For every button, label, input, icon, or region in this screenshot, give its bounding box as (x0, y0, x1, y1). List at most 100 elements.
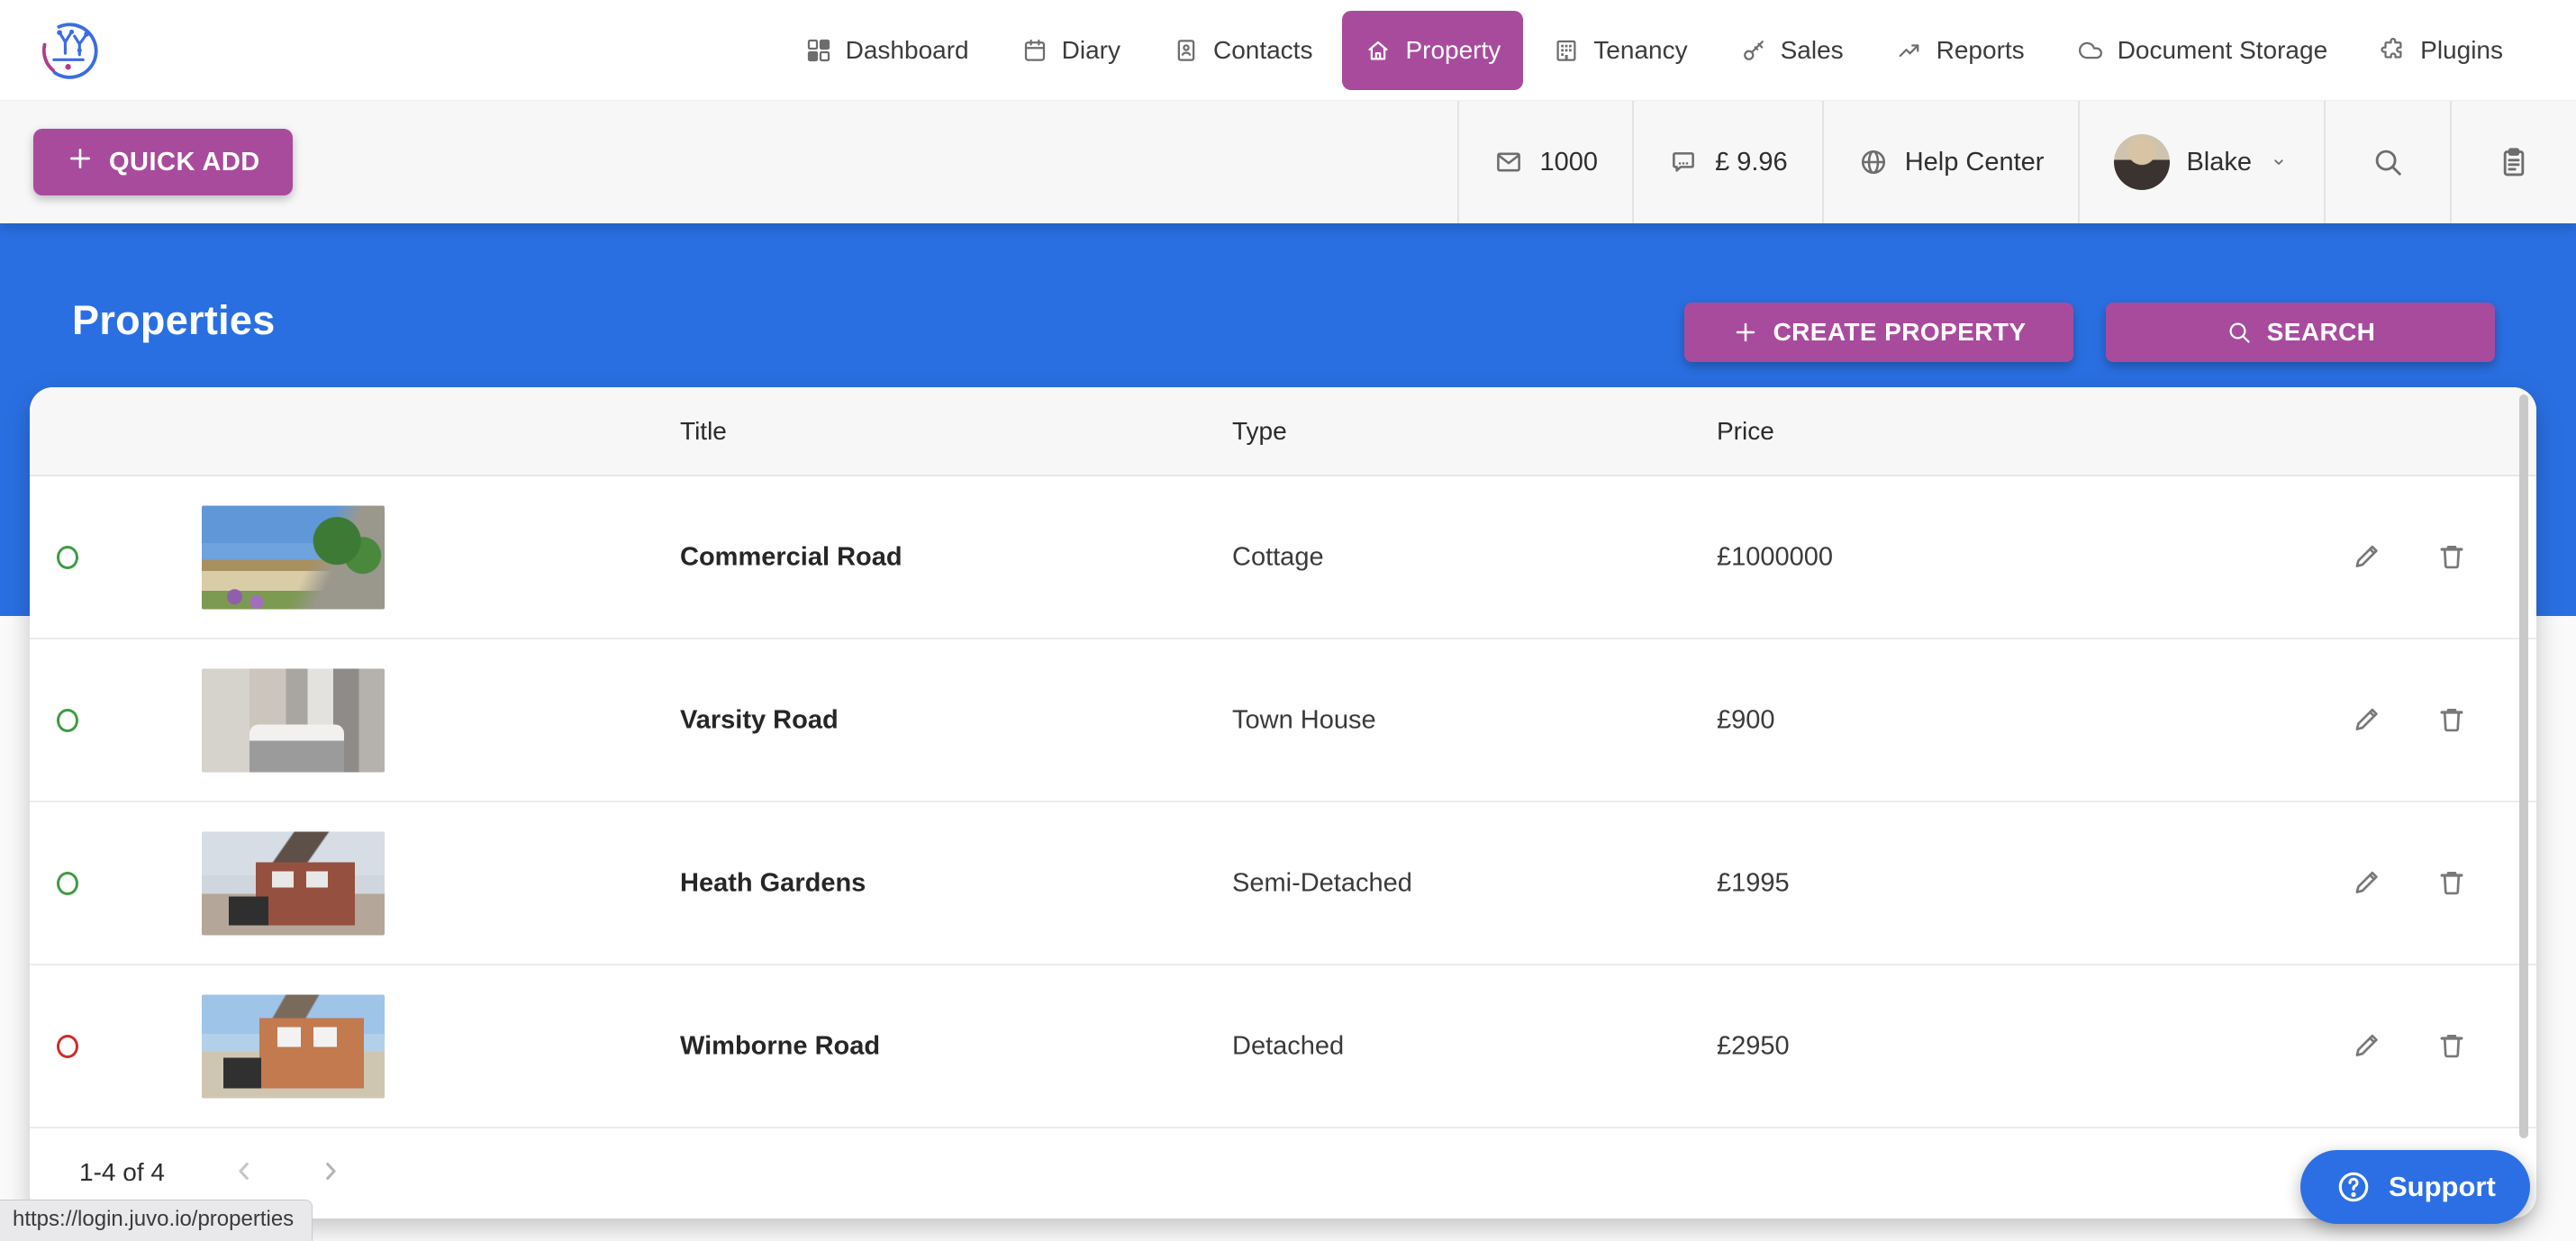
nav-items: Dashboard Diary Contacts Property Tenanc… (783, 11, 2526, 90)
row-actions (2351, 539, 2468, 575)
property-type: Town House (1232, 705, 1376, 735)
property-type: Cottage (1232, 542, 1324, 572)
property-title: Commercial Road (680, 542, 903, 572)
global-search-button[interactable] (2324, 101, 2450, 223)
help-circle-icon (2335, 1168, 2372, 1206)
nav-item-diary[interactable]: Diary (999, 11, 1143, 90)
nav-item-tenancy[interactable]: Tenancy (1530, 11, 1710, 90)
search-button[interactable]: SEARCH (2106, 303, 2495, 362)
page-title: Properties (72, 297, 276, 344)
create-property-button[interactable]: CREATE PROPERTY (1684, 303, 2073, 362)
delete-button[interactable] (2435, 865, 2468, 901)
property-icon (1365, 37, 1392, 64)
quick-add-button[interactable]: QUICK ADD (33, 129, 293, 195)
chat-bubble-icon (1668, 147, 1699, 177)
property-price: £2950 (1717, 1031, 1790, 1061)
trash-icon (2435, 1028, 2468, 1064)
diary-icon (1021, 37, 1048, 64)
chevron-right-icon (314, 1156, 345, 1190)
pencil-icon (2351, 865, 2383, 901)
pencil-icon (2351, 702, 2383, 738)
pagination-previous-button[interactable] (230, 1156, 260, 1190)
user-menu[interactable]: Blake (2078, 101, 2324, 223)
trash-icon (2435, 702, 2468, 738)
contacts-icon (1173, 37, 1200, 64)
edit-button[interactable] (2351, 539, 2383, 575)
top-navigation: Dashboard Diary Contacts Property Tenanc… (0, 0, 2576, 101)
search-icon (2371, 145, 2405, 179)
table-footer: 1-4 of 4 (30, 1128, 2536, 1217)
status-indicator (57, 872, 78, 895)
table-row[interactable]: Wimborne Road Detached £2950 (30, 965, 2536, 1128)
user-name: Blake (2186, 148, 2252, 177)
property-price: £900 (1717, 705, 1775, 735)
help-center-button[interactable]: Help Center (1822, 101, 2079, 223)
plus-icon (1732, 319, 1759, 346)
property-type: Semi-Detached (1232, 868, 1412, 898)
property-thumbnail (202, 505, 385, 609)
row-actions (2351, 1028, 2468, 1064)
nav-item-property[interactable]: Property (1342, 11, 1523, 90)
chevron-down-icon (2268, 151, 2290, 173)
trash-icon (2435, 539, 2468, 575)
table-row[interactable]: Varsity Road Town House £900 (30, 639, 2536, 802)
table-row[interactable]: Commercial Road Cottage £1000000 (30, 476, 2536, 639)
property-title: Wimborne Road (680, 1031, 880, 1061)
row-actions (2351, 702, 2468, 738)
plus-icon (66, 144, 95, 180)
sms-balance-button[interactable]: £ 9.96 (1632, 101, 1822, 223)
juvo-logo[interactable] (36, 16, 104, 85)
property-price: £1995 (1717, 868, 1790, 898)
property-title: Heath Gardens (680, 868, 866, 898)
messages-button[interactable]: 1000 (1457, 101, 1633, 223)
nav-item-sales[interactable]: Sales (1718, 11, 1866, 90)
scrollbar[interactable] (2519, 394, 2528, 1138)
avatar (2114, 134, 2170, 190)
pencil-icon (2351, 539, 2383, 575)
sms-balance: £ 9.96 (1715, 148, 1788, 177)
nav-item-dashboard[interactable]: Dashboard (783, 11, 992, 90)
nav-item-document-storage[interactable]: Document Storage (2054, 11, 2350, 90)
sales-icon (1740, 37, 1767, 64)
delete-button[interactable] (2435, 1028, 2468, 1064)
property-title: Varsity Road (680, 705, 839, 735)
edit-button[interactable] (2351, 1028, 2383, 1064)
column-header-title: Title (680, 417, 727, 446)
table-header: Title Type Price (30, 387, 2536, 476)
delete-button[interactable] (2435, 702, 2468, 738)
messages-count: 1000 (1540, 148, 1599, 177)
clipboard-button[interactable] (2450, 101, 2576, 223)
column-header-type: Type (1232, 417, 1287, 446)
chevron-left-icon (230, 1156, 260, 1190)
nav-item-reports[interactable]: Reports (1873, 11, 2047, 90)
nav-item-contacts[interactable]: Contacts (1150, 11, 1336, 90)
plugins-icon (2380, 37, 2407, 64)
juvo-logo-icon (36, 16, 104, 85)
edit-button[interactable] (2351, 865, 2383, 901)
pagination-range: 1-4 of 4 (79, 1158, 165, 1187)
edit-button[interactable] (2351, 702, 2383, 738)
nav-item-plugins[interactable]: Plugins (2357, 11, 2526, 90)
table-row[interactable]: Heath Gardens Semi-Detached £1995 (30, 802, 2536, 965)
dashboard-icon (805, 37, 832, 64)
pencil-icon (2351, 1028, 2383, 1064)
browser-status-url: https://login.juvo.io/properties (0, 1200, 313, 1241)
document-storage-icon (2077, 37, 2104, 64)
property-thumbnail (202, 831, 385, 935)
trash-icon (2435, 865, 2468, 901)
status-indicator (57, 709, 78, 732)
support-button[interactable]: Support (2300, 1150, 2530, 1224)
properties-card: Title Type Price Commercial Road Cottage… (30, 387, 2536, 1218)
status-indicator (57, 1035, 78, 1058)
property-table-body: Commercial Road Cottage £1000000 Va (30, 476, 2536, 1128)
pagination-next-button[interactable] (314, 1156, 345, 1190)
delete-button[interactable] (2435, 539, 2468, 575)
secondary-toolbar: QUICK ADD 1000 £ 9.96 Help Center Blake (0, 101, 2576, 223)
app-window: Dashboard Diary Contacts Property Tenanc… (0, 0, 2576, 1241)
toolbar-right: 1000 £ 9.96 Help Center Blake (1457, 101, 2576, 223)
property-thumbnail (202, 668, 385, 772)
search-icon (2226, 319, 2253, 346)
clipboard-icon (2497, 145, 2531, 179)
row-actions (2351, 865, 2468, 901)
property-type: Detached (1232, 1031, 1344, 1061)
